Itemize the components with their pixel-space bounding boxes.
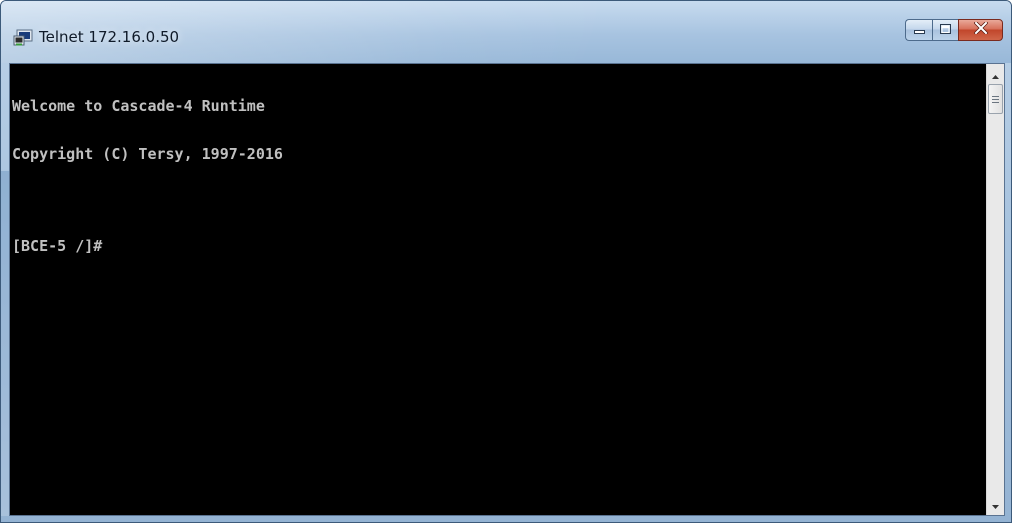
telnet-window: Telnet 172.16.0.50 Welcome to Cascade-4 …	[0, 0, 1012, 523]
telnet-console-icon[interactable]	[13, 29, 33, 47]
title-bar[interactable]: Telnet 172.16.0.50	[1, 1, 1011, 63]
scroll-down-arrow-icon	[992, 496, 999, 514]
console-output[interactable]: Welcome to Cascade-4 Runtime Copyright (…	[10, 64, 986, 515]
scroll-up-arrow-icon	[992, 66, 999, 84]
maximize-button[interactable]	[932, 19, 958, 41]
minimize-button[interactable]	[905, 19, 932, 41]
scroll-up-button[interactable]	[987, 66, 1004, 83]
close-icon	[973, 20, 988, 39]
window-title: Telnet 172.16.0.50	[39, 28, 180, 46]
scroll-thumb-grip-icon	[992, 90, 999, 108]
vertical-scrollbar[interactable]	[986, 64, 1004, 515]
console-client-area[interactable]: Welcome to Cascade-4 Runtime Copyright (…	[9, 63, 1005, 516]
scroll-down-button[interactable]	[987, 496, 1004, 513]
console-line: Welcome to Cascade-4 Runtime	[12, 97, 265, 115]
window-frame-edge	[1, 171, 9, 516]
maximize-icon	[940, 21, 951, 39]
console-prompt: [BCE-5 /]#	[12, 237, 103, 255]
minimize-icon	[913, 21, 925, 39]
close-button[interactable]	[958, 19, 1003, 41]
scroll-thumb[interactable]	[988, 84, 1003, 114]
console-line: Copyright (C) Tersy, 1997-2016	[12, 145, 283, 163]
caption-buttons	[905, 19, 1003, 41]
